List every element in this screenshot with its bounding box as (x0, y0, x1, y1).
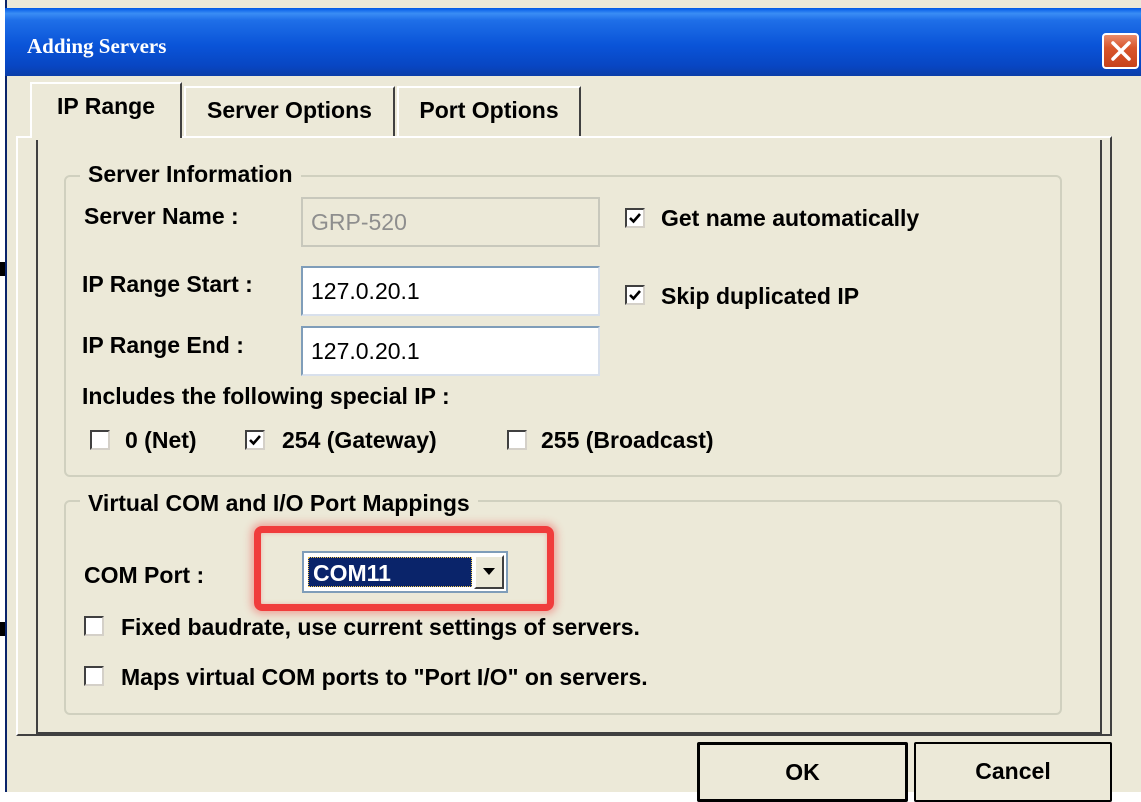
server-name-label: Server Name : (84, 203, 239, 229)
map-port-io-checkbox[interactable] (84, 666, 104, 686)
get-name-automatically-checkbox[interactable] (625, 208, 645, 228)
special-ip-0-net-checkbox[interactable] (90, 430, 110, 450)
tab-label: IP Range (57, 93, 155, 119)
left-edge-mark (0, 622, 5, 636)
tab-port-options[interactable]: Port Options (397, 86, 581, 136)
ip-range-start-label: IP Range Start : (82, 271, 253, 297)
tab-ip-range[interactable]: IP Range (30, 82, 182, 138)
fixed-baudrate-label: Fixed baudrate, use current settings of … (121, 614, 640, 640)
window-title: Adding Servers (27, 34, 167, 58)
ip-range-end-label: IP Range End : (82, 332, 244, 358)
server-name-field[interactable]: GRP-520 (301, 197, 600, 247)
close-button[interactable] (1102, 33, 1139, 69)
server-information-group-label: Server Information (80, 161, 301, 188)
chevron-down-icon (483, 568, 495, 575)
com-port-label: COM Port : (84, 562, 205, 588)
skip-duplicated-ip-label: Skip duplicated IP (661, 283, 860, 309)
special-ip-255-broadcast-label: 255 (Broadcast) (541, 427, 714, 453)
ip-range-end-field[interactable]: 127.0.20.1 (301, 326, 600, 376)
special-ip-254-gateway-label: 254 (Gateway) (282, 427, 437, 453)
map-port-io-label: Maps virtual COM ports to "Port I/O" on … (121, 664, 648, 690)
ok-button[interactable]: OK (697, 742, 908, 802)
check-icon (629, 290, 641, 301)
get-name-automatically-label: Get name automatically (661, 205, 920, 231)
skip-duplicated-ip-checkbox[interactable] (625, 285, 645, 305)
close-icon (1111, 41, 1131, 61)
special-ip-255-broadcast-checkbox[interactable] (507, 430, 527, 450)
tab-server-options[interactable]: Server Options (184, 86, 395, 136)
left-edge-mark (0, 262, 5, 276)
com-port-dropdown[interactable]: COM11 (302, 551, 508, 593)
check-icon (629, 213, 641, 224)
com-port-selected-value: COM11 (308, 557, 472, 587)
virtual-com-group-label: Virtual COM and I/O Port Mappings (80, 490, 478, 517)
special-ip-label: Includes the following special IP : (82, 383, 450, 409)
dropdown-arrow-button[interactable] (474, 555, 504, 589)
special-ip-254-gateway-checkbox[interactable] (245, 430, 265, 450)
fixed-baudrate-checkbox[interactable] (84, 616, 104, 636)
title-bar: Adding Servers (5, 8, 1141, 76)
tab-label: Port Options (419, 97, 559, 123)
tab-label: Server Options (207, 97, 372, 123)
check-icon (249, 435, 261, 446)
ip-range-start-field[interactable]: 127.0.20.1 (301, 266, 600, 316)
special-ip-0-net-label: 0 (Net) (125, 427, 197, 453)
cancel-button[interactable]: Cancel (914, 742, 1112, 802)
